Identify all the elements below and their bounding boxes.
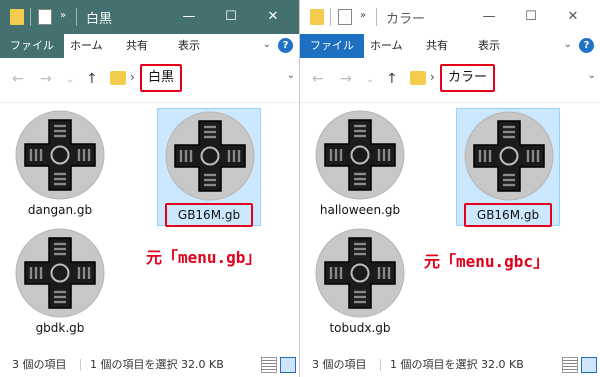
help-icon[interactable]: ? [278, 38, 293, 53]
gameboy-dpad-disc-icon [315, 110, 405, 200]
close-icon[interactable]: ✕ [262, 6, 284, 28]
recent-locations-chevron-icon[interactable]: ⌄ [66, 74, 74, 85]
tab-view[interactable]: 表示 [468, 34, 510, 58]
close-icon[interactable]: ✕ [562, 6, 584, 28]
window-title: 白黒 [86, 12, 113, 27]
divider [376, 8, 377, 26]
large-icons-view-icon[interactable] [280, 357, 296, 373]
tab-file[interactable]: ファイル [0, 34, 64, 58]
details-view-icon[interactable] [562, 357, 578, 373]
folder-icon[interactable] [310, 9, 324, 25]
tab-file[interactable]: ファイル [300, 34, 364, 58]
item-count: 3 個の項目 [12, 358, 67, 371]
back-arrow-icon[interactable]: ← [312, 71, 324, 87]
details-view-icon[interactable] [261, 357, 277, 373]
tab-share[interactable]: 共有 [416, 34, 458, 58]
address-bar: ← → ⌄ ↑ › カラー ⌄ [300, 58, 600, 103]
ribbon-tabs: ファイル ホーム 共有 表示 ⌄ ? [0, 34, 299, 58]
back-arrow-icon[interactable]: ← [12, 71, 24, 87]
file-item-selected[interactable]: GB16M.gb [157, 108, 261, 227]
maximize-icon[interactable]: ☐ [220, 6, 242, 28]
window-title: カラー [386, 12, 426, 27]
explorer-window-monochrome: » 白黒 — ☐ ✕ ファイル ホーム 共有 表示 ⌄ ? ← → ⌄ ↑ › … [0, 0, 300, 377]
status-bar: 3 個の項目 1 個の項目を選択 32.0 KB [300, 353, 600, 377]
breadcrumb-current[interactable]: 白黒 [140, 64, 183, 92]
gameboy-dpad-disc-icon [15, 228, 105, 318]
selection-info: 1 個の項目を選択 32.0 KB [390, 358, 524, 371]
file-list: halloween.gb GB16M.gb tobudx.gb 元「menu.g… [300, 102, 600, 353]
title-bar[interactable]: » カラー — ☐ ✕ [300, 0, 600, 34]
breadcrumb-separator-icon[interactable]: › [430, 70, 435, 84]
title-bar[interactable]: » 白黒 — ☐ ✕ [0, 0, 299, 34]
minimize-icon[interactable]: — [478, 6, 500, 28]
gameboy-dpad-disc-icon [464, 111, 554, 201]
tab-home[interactable]: ホーム [60, 34, 113, 58]
forward-arrow-icon[interactable]: → [40, 71, 52, 87]
folder-icon [410, 71, 426, 85]
status-bar: 3 個の項目 1 個の項目を選択 32.0 KB [0, 353, 299, 377]
item-count: 3 個の項目 [312, 358, 367, 371]
properties-icon[interactable] [338, 9, 352, 25]
address-dropdown-icon[interactable]: ⌄ [287, 70, 295, 81]
recent-locations-chevron-icon[interactable]: ⌄ [366, 74, 374, 85]
ribbon-expand-chevron-icon[interactable]: ⌄ [564, 39, 572, 50]
file-item[interactable]: gbdk.gb [8, 226, 112, 344]
explorer-window-color: » カラー — ☐ ✕ ファイル ホーム 共有 表示 ⌄ ? ← → ⌄ ↑ ›… [300, 0, 600, 377]
forward-arrow-icon[interactable]: → [340, 71, 352, 87]
file-item[interactable]: halloween.gb [308, 108, 412, 226]
quick-access-chevron-icon[interactable]: » [360, 10, 366, 21]
gameboy-dpad-disc-icon [165, 111, 255, 201]
file-name: halloween.gb [319, 203, 401, 217]
file-item[interactable]: dangan.gb [8, 108, 112, 226]
file-item[interactable]: tobudx.gb [308, 226, 412, 344]
ribbon-expand-chevron-icon[interactable]: ⌄ [263, 39, 271, 50]
minimize-icon[interactable]: — [178, 6, 200, 28]
gameboy-dpad-disc-icon [15, 110, 105, 200]
help-icon[interactable]: ? [579, 38, 594, 53]
file-item-selected[interactable]: GB16M.gb [456, 108, 560, 227]
tab-home[interactable]: ホーム [360, 34, 413, 58]
tab-share[interactable]: 共有 [116, 34, 158, 58]
screenshot-frame: » 白黒 — ☐ ✕ ファイル ホーム 共有 表示 ⌄ ? ← → ⌄ ↑ › … [0, 0, 600, 377]
annotation-original-filename: 元「menu.gbc」 [424, 252, 550, 271]
maximize-icon[interactable]: ☐ [520, 6, 542, 28]
properties-icon[interactable] [38, 9, 52, 25]
large-icons-view-icon[interactable] [581, 357, 597, 373]
file-name: GB16M.gb [165, 203, 253, 227]
file-list: dangan.gb GB16M.gb gbdk.gb 元「menu.gb」 [0, 102, 299, 353]
divider [380, 359, 381, 371]
file-name: GB16M.gb [464, 203, 552, 227]
quick-access-chevron-icon[interactable]: » [60, 10, 66, 21]
tab-view[interactable]: 表示 [168, 34, 210, 58]
ribbon-tabs: ファイル ホーム 共有 表示 ⌄ ? [300, 34, 600, 58]
divider [76, 8, 77, 26]
file-name: dangan.gb [27, 203, 93, 217]
divider [30, 8, 31, 26]
folder-icon[interactable] [10, 9, 24, 25]
breadcrumb-current[interactable]: カラー [440, 64, 496, 92]
up-arrow-icon[interactable]: ↑ [386, 71, 398, 87]
folder-icon [110, 71, 126, 85]
divider [80, 359, 81, 371]
annotation-original-filename: 元「menu.gb」 [146, 248, 262, 267]
file-name: gbdk.gb [35, 321, 85, 335]
selection-info: 1 個の項目を選択 32.0 KB [90, 358, 224, 371]
divider [330, 8, 331, 26]
gameboy-dpad-disc-icon [315, 228, 405, 318]
up-arrow-icon[interactable]: ↑ [86, 71, 98, 87]
file-name: tobudx.gb [329, 321, 391, 335]
address-bar: ← → ⌄ ↑ › 白黒 ⌄ [0, 58, 299, 103]
address-dropdown-icon[interactable]: ⌄ [588, 70, 596, 81]
breadcrumb-separator-icon[interactable]: › [130, 70, 135, 84]
